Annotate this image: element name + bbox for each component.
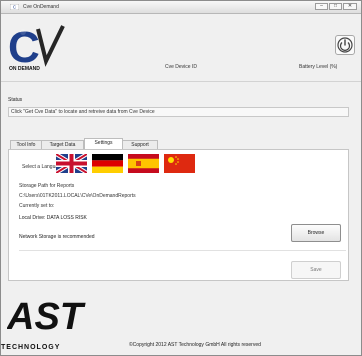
title-bar: C Cve OnDemand – □ ✕ (1, 1, 361, 14)
ast-logo: AST (7, 296, 86, 334)
network-storage-note: Network Storage is recommended (19, 234, 95, 240)
ast-tagline: TECHNOLOGY (1, 344, 61, 351)
currently-set-label: Currently set to: (19, 203, 55, 209)
battery-level-label: Battery Level (%) (299, 64, 338, 70)
browse-button[interactable]: Browse (291, 224, 341, 242)
cve-device-id-label: Cve Device ID (165, 64, 197, 70)
spain-flag-icon[interactable] (128, 154, 159, 173)
app-window: C Cve OnDemand – □ ✕ C ON DEMAND Cve Dev… (0, 0, 362, 356)
local-drive-warning: Local Drive: DATA LOSS RISK (19, 215, 87, 221)
power-button[interactable] (335, 35, 355, 55)
app-icon: C (10, 4, 19, 10)
china-flag-icon[interactable] (164, 154, 195, 173)
status-message-box: Click "Get Cve Data" to locate and retre… (8, 107, 349, 117)
copyright-text: ©Copyright 2012 AST Technology GmbH All … (129, 342, 261, 348)
window-title: Cve OnDemand (23, 4, 59, 10)
maximize-button[interactable]: □ (329, 3, 342, 10)
close-button[interactable]: ✕ (343, 3, 357, 10)
germany-flag-icon[interactable] (92, 154, 123, 173)
uk-flag-icon[interactable] (56, 154, 87, 173)
status-title: Status (8, 97, 23, 103)
svg-text:AST: AST (7, 296, 86, 334)
header-divider (1, 81, 361, 82)
save-button[interactable]: Save (291, 261, 341, 279)
storage-path-value: C:\Users\01TK2011.LOCAL\CVe\OnDemandRepo… (19, 193, 136, 199)
storage-path-label: Storage Path for Reports (19, 183, 75, 189)
minimize-button[interactable]: – (315, 3, 328, 10)
logo-tagline: ON DEMAND (9, 66, 40, 72)
settings-divider (19, 250, 346, 251)
power-icon (337, 37, 353, 53)
